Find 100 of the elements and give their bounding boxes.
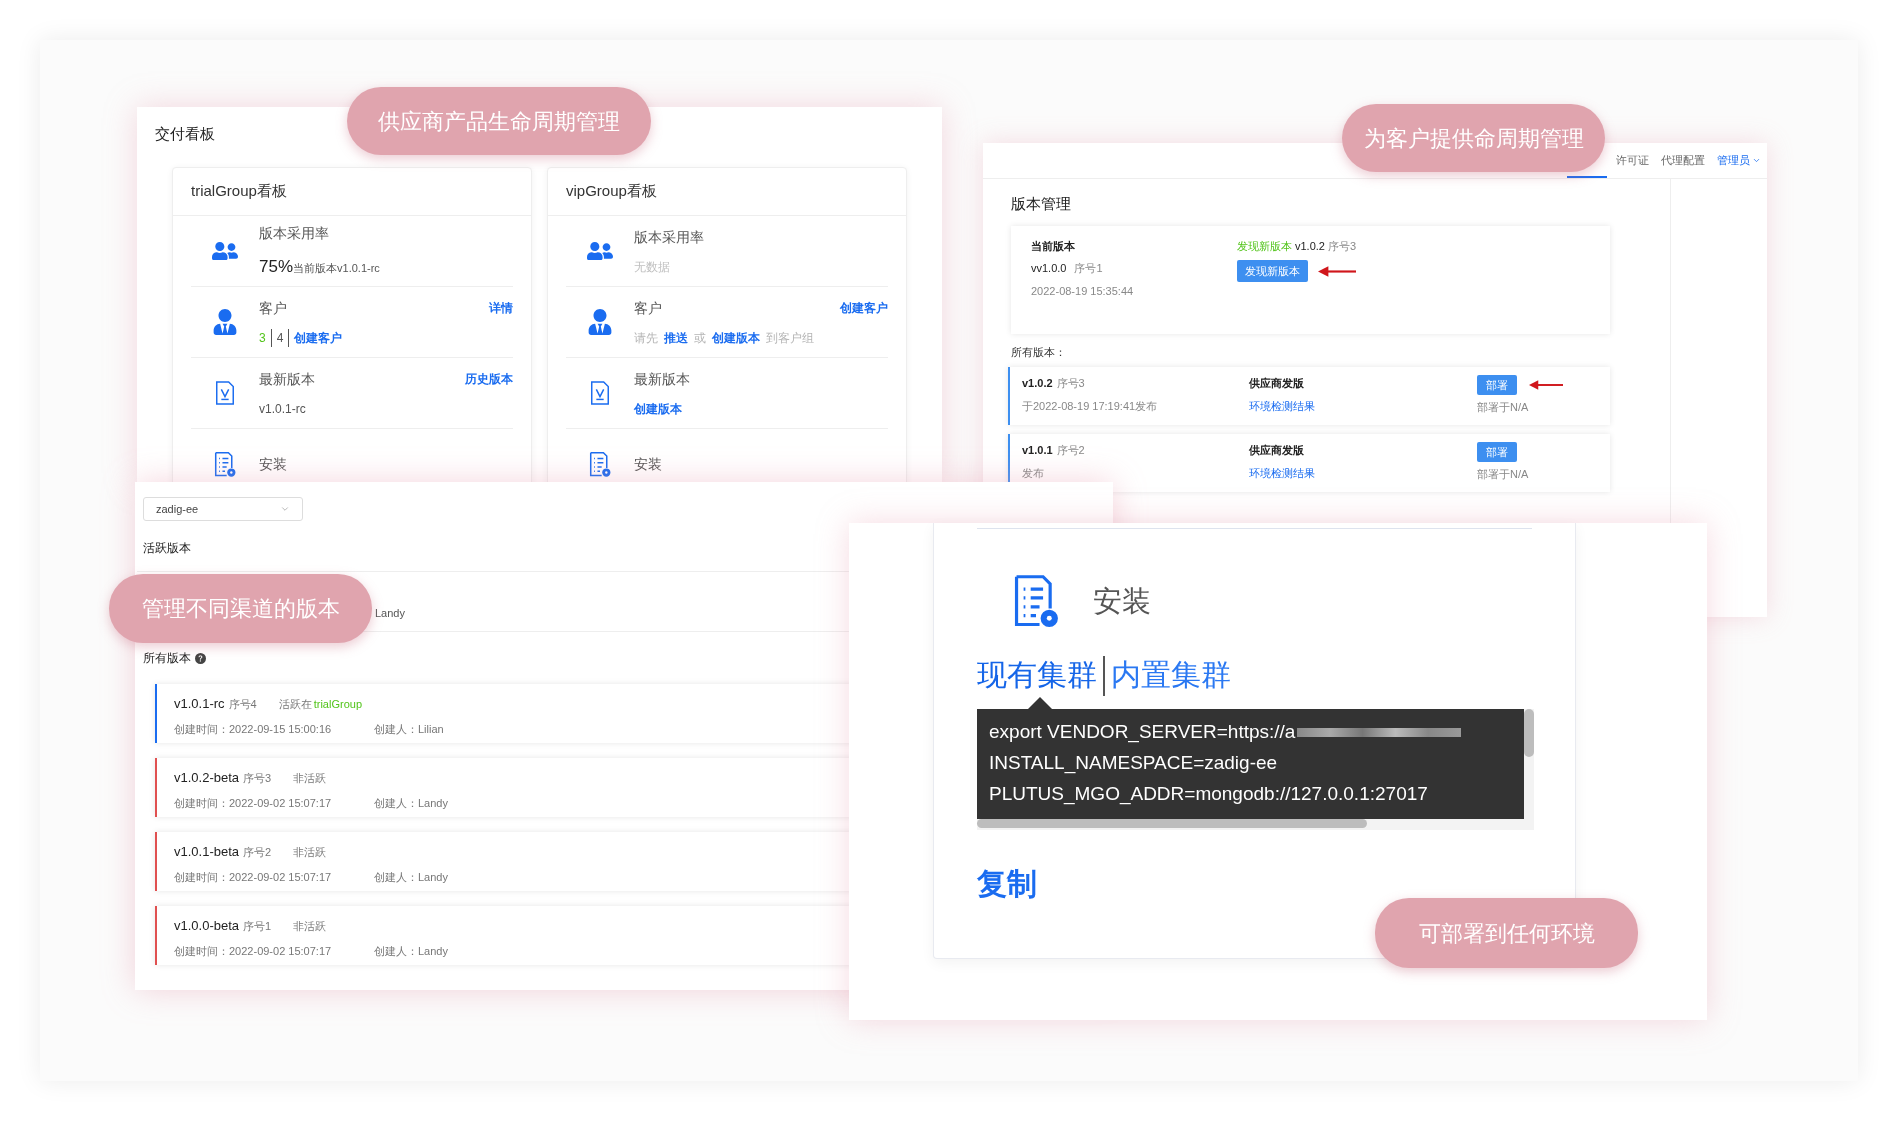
document-gear-icon bbox=[1013, 573, 1059, 630]
install-title: 安装 bbox=[1093, 583, 1151, 619]
copy-button[interactable]: 复制 bbox=[977, 861, 1037, 906]
row-label: 客户 bbox=[259, 298, 287, 318]
creator-name: 创建人：Landy bbox=[374, 943, 448, 959]
active-versions-title: 活跃版本 bbox=[143, 540, 191, 557]
check-result-link[interactable]: 环境检测结果 bbox=[1249, 464, 1477, 481]
row-action-link[interactable]: 详情 bbox=[489, 299, 513, 317]
user-group-icon bbox=[213, 309, 237, 335]
all-versions-label: 所有版本： bbox=[1011, 344, 1067, 360]
customer-link[interactable]: 推送 bbox=[664, 328, 688, 347]
users-icon bbox=[587, 239, 613, 263]
deploy-status: 部署于N/A bbox=[1477, 400, 1530, 415]
version-name: v1.0.2-beta bbox=[174, 769, 240, 787]
caret-icon bbox=[1752, 156, 1761, 165]
new-version: v1.0.2 bbox=[1295, 238, 1325, 254]
code-line: INSTALL_NAMESPACE=zadig-ee bbox=[989, 751, 1278, 776]
document-gear-icon bbox=[214, 450, 236, 478]
version-name: v1.0.1 bbox=[1022, 443, 1053, 458]
board-title: trialGroup看板 bbox=[191, 181, 287, 202]
row-label: 安装 bbox=[259, 454, 287, 474]
callout-badge: 供应商产品生命周期管理 bbox=[347, 87, 651, 155]
sequence-number: 序号1 bbox=[243, 919, 272, 934]
version-status: 非活跃 bbox=[293, 919, 327, 934]
customer-text: 请先 bbox=[634, 329, 658, 347]
latest-version: v1.0.1-rc bbox=[259, 400, 307, 418]
sequence-number: 序号2 bbox=[1056, 443, 1085, 458]
nav-tab[interactable]: 代理配置 bbox=[1661, 152, 1705, 169]
row-label: 版本采用率 bbox=[634, 227, 704, 247]
row-action-link[interactable]: 创建客户 bbox=[840, 299, 888, 317]
cluster-tab[interactable]: 现有集群 bbox=[977, 654, 1103, 709]
document-check-icon bbox=[214, 380, 236, 406]
user-group-icon bbox=[588, 309, 612, 335]
created-time: 创建时间：2022-09-02 15:07:17 bbox=[174, 943, 333, 959]
user-menu[interactable]: 管理员 bbox=[1717, 152, 1761, 169]
board-title: vipGroup看板 bbox=[566, 181, 657, 202]
new-version-notice: 发现新版本 bbox=[1237, 238, 1292, 254]
code-line: PLUTUS_MGO_ADDR=mongodb://127.0.0.1:27017 bbox=[989, 782, 1428, 807]
version-name: v1.0.2 bbox=[1022, 376, 1053, 391]
document-gear-icon bbox=[589, 450, 611, 478]
adoption-note: 无数据 bbox=[634, 258, 670, 276]
check-result-link[interactable]: 环境检测结果 bbox=[1249, 397, 1477, 414]
all-versions-title: 所有版本 bbox=[143, 650, 191, 667]
adoption-percent: 75% bbox=[259, 255, 294, 278]
nav-tab[interactable]: 许可证 bbox=[1616, 152, 1649, 169]
sequence-number: 序号3 bbox=[1327, 238, 1357, 254]
sequence-number: 序号4 bbox=[228, 697, 257, 712]
customer-text: 4 bbox=[276, 328, 290, 347]
sequence-number: 序号2 bbox=[243, 845, 272, 860]
deploy-status: 部署于N/A bbox=[1477, 467, 1529, 482]
create-version-link[interactable]: 创建版本 bbox=[634, 399, 888, 418]
version-name: v1.0.0-beta bbox=[174, 917, 240, 935]
version-name: v1.0.1-beta bbox=[174, 843, 240, 861]
version-name: v1.0.1-rc bbox=[174, 695, 225, 713]
version-status: 非活跃 bbox=[293, 771, 327, 786]
customer-text: 或 bbox=[694, 329, 706, 347]
sequence-number: 序号3 bbox=[1056, 376, 1085, 391]
page-title: 交付看板 bbox=[155, 124, 215, 144]
channel-select[interactable]: zadig-ee bbox=[143, 497, 303, 521]
deploy-button[interactable]: 部署 bbox=[1477, 375, 1517, 395]
callout-badge: 为客户提供命周期管理 bbox=[1342, 104, 1605, 172]
row-label: 最新版本 bbox=[634, 369, 690, 389]
release-source: 供应商发版 bbox=[1249, 443, 1305, 458]
code-line: export VENDOR_SERVER=https://a bbox=[989, 720, 1296, 745]
publish-date: 发布 bbox=[1022, 465, 1045, 481]
current-version: vv1.0.0 bbox=[1031, 261, 1067, 276]
callout-badge: 可部署到任何环境 bbox=[1375, 898, 1638, 968]
release-source: 供应商发版 bbox=[1249, 376, 1305, 391]
creator-name: 创建人：Landy bbox=[374, 795, 448, 811]
customer-link[interactable]: 创建版本 bbox=[712, 328, 760, 347]
customer-text: 3 bbox=[259, 328, 272, 347]
version-status: 活跃在 bbox=[278, 697, 312, 712]
scrollbar-thumb bbox=[1524, 709, 1534, 757]
creator-name: 创建人：Landy bbox=[374, 869, 448, 885]
current-version-heading: 当前版本 bbox=[1031, 238, 1076, 254]
new-version-button[interactable]: 发现新版本 bbox=[1237, 260, 1308, 282]
section-title: 版本管理 bbox=[1011, 194, 1072, 214]
callout-badge: 管理不同渠道的版本 bbox=[109, 574, 372, 643]
current-version-date: 2022-08-19 15:35:44 bbox=[1031, 283, 1135, 299]
customer-text: 到客户组 bbox=[766, 329, 814, 347]
users-icon bbox=[212, 239, 238, 263]
document-check-icon bbox=[589, 380, 611, 406]
created-time: 创建时间：2022-09-15 15:00:16 bbox=[174, 721, 333, 737]
row-label: 客户 bbox=[634, 298, 662, 318]
publish-date: 于2022-08-19 17:19:41发布 bbox=[1022, 398, 1159, 414]
group-name: trialGroup bbox=[313, 697, 362, 712]
row-label: 版本采用率 bbox=[259, 223, 329, 243]
chevron-icon bbox=[280, 504, 290, 514]
help-icon bbox=[195, 652, 206, 664]
customer-link[interactable]: 创建客户 bbox=[294, 328, 343, 347]
created-time: 创建时间：2022-09-02 15:07:17 bbox=[174, 795, 333, 811]
row-action-link[interactable]: 历史版本 bbox=[465, 370, 513, 388]
tab-indicator bbox=[1567, 176, 1607, 178]
sequence-number: 序号3 bbox=[243, 771, 272, 786]
sequence-number: 序号1 bbox=[1074, 261, 1103, 276]
version-status: 非活跃 bbox=[293, 845, 327, 860]
row-label: 安装 bbox=[634, 454, 662, 474]
row-label: 最新版本 bbox=[259, 369, 315, 389]
cluster-tab[interactable]: 内置集群 bbox=[1103, 654, 1231, 709]
deploy-button[interactable]: 部署 bbox=[1477, 442, 1517, 462]
